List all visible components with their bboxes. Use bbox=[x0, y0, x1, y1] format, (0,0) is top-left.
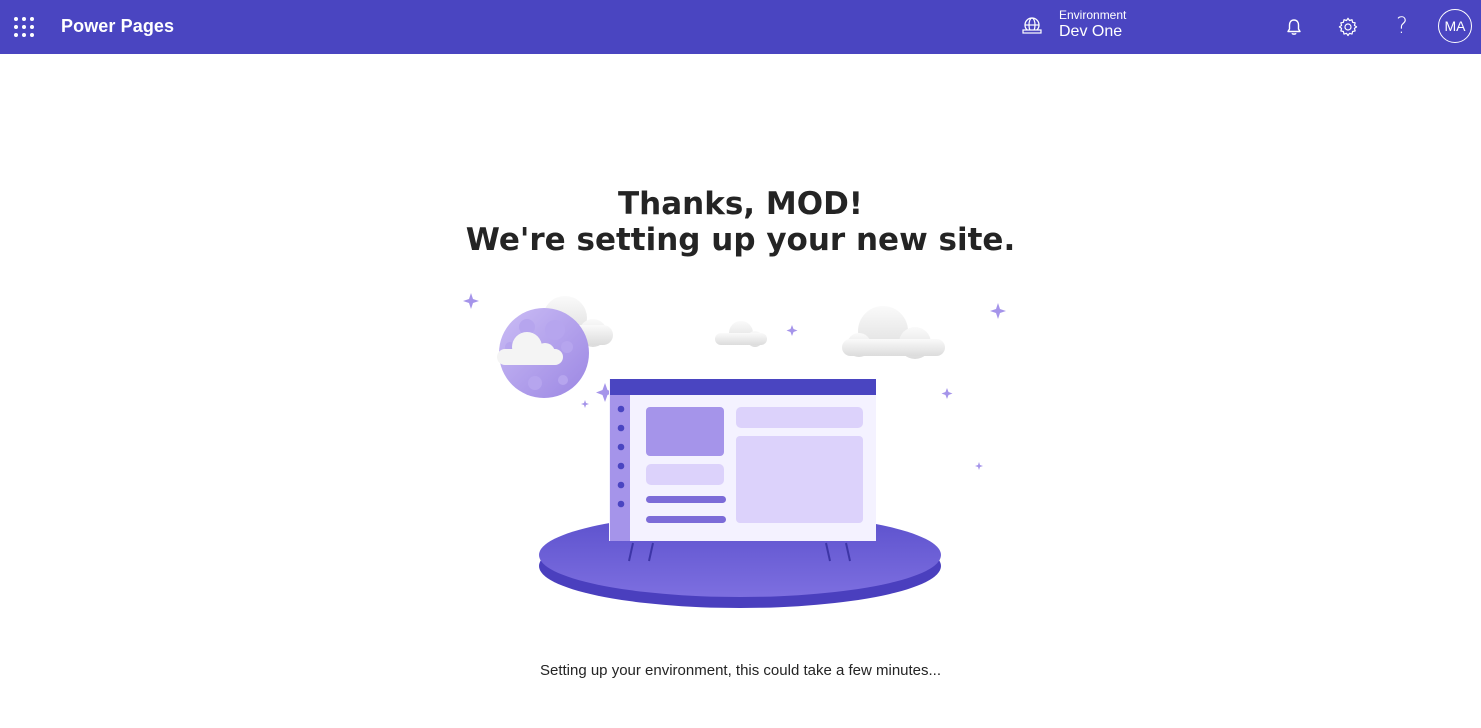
page-heading: Thanks, MOD! We're setting up your new s… bbox=[0, 186, 1481, 258]
notifications-button[interactable] bbox=[1278, 11, 1310, 43]
gear-icon bbox=[1338, 17, 1358, 37]
app-title[interactable]: Power Pages bbox=[61, 16, 174, 37]
help-icon: ? bbox=[1396, 14, 1408, 39]
sparkle-icon bbox=[786, 325, 798, 336]
top-bar: Power Pages Environment Dev One ? MA bbox=[0, 0, 1481, 54]
browser-window bbox=[609, 379, 876, 541]
environment-name: Dev One bbox=[1059, 23, 1123, 40]
sparkle-icon bbox=[463, 293, 479, 309]
cloud bbox=[842, 306, 945, 359]
environment-picker[interactable]: Environment Dev One bbox=[1021, 6, 1151, 48]
globe-icon bbox=[1022, 17, 1042, 34]
avatar[interactable]: MA bbox=[1438, 9, 1472, 43]
help-button[interactable]: ? bbox=[1386, 11, 1418, 43]
bell-icon bbox=[1287, 19, 1301, 35]
settings-button[interactable] bbox=[1332, 11, 1364, 43]
sparkle-icon bbox=[990, 303, 1006, 319]
cloud bbox=[715, 321, 767, 347]
heading-line-2: We're setting up your new site. bbox=[465, 222, 1016, 258]
sparkle-icon bbox=[941, 388, 953, 399]
environment-label: Environment bbox=[1059, 8, 1127, 22]
site-setup-illustration bbox=[463, 293, 1006, 608]
status-message: Setting up your environment, this could … bbox=[539, 662, 942, 679]
sparkle-icon bbox=[581, 400, 589, 408]
waffle-icon[interactable] bbox=[14, 17, 34, 37]
sparkle-icon bbox=[975, 462, 983, 470]
heading-line-1: Thanks, MOD! bbox=[618, 186, 863, 222]
